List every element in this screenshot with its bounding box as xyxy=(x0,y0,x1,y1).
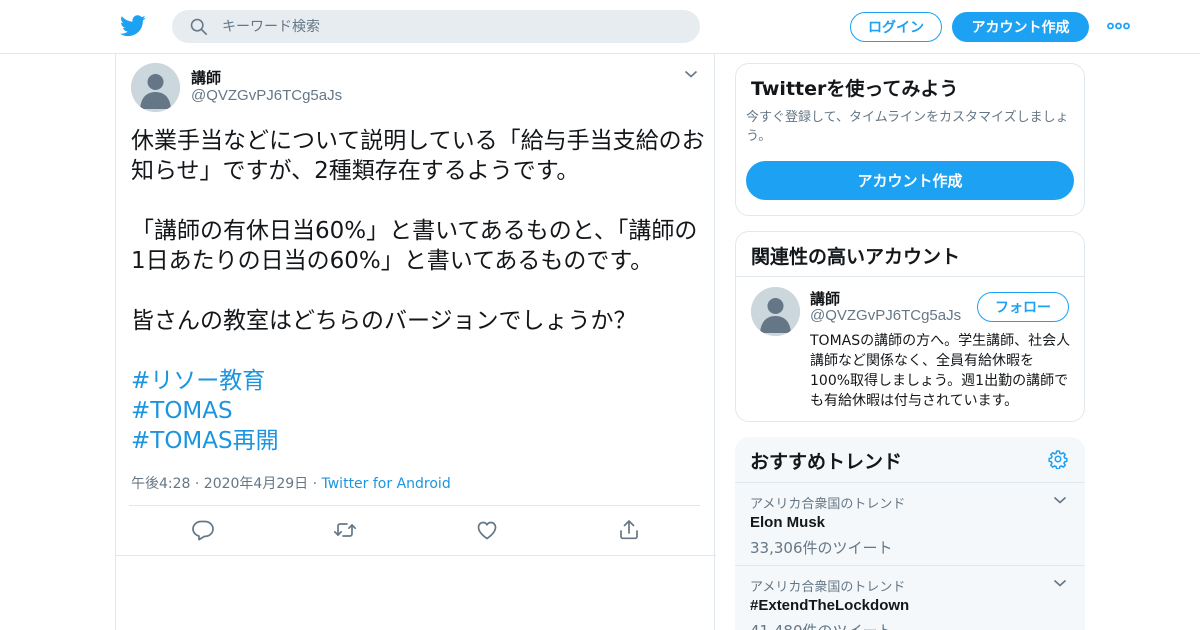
search-icon xyxy=(190,18,208,36)
create-account-button[interactable]: アカウント作成 xyxy=(746,161,1074,200)
signup-card-title: Twitterを使ってみよう xyxy=(751,78,959,100)
trend-tweet-count: 41,480件のツイート xyxy=(750,620,893,630)
trend-tweet-count: 33,306件のツイート xyxy=(750,539,893,557)
twitter-bird-icon[interactable] xyxy=(120,14,146,38)
signup-card: Twitterを使ってみよう 今すぐ登録して、タイムラインをカスタマイズしましょ… xyxy=(735,63,1085,216)
trend-name[interactable]: #ExtendTheLockdown xyxy=(750,597,909,614)
login-button[interactable]: ログイン xyxy=(850,12,942,42)
related-accounts-title: 関連性の高いアカウント xyxy=(751,246,961,268)
meta-separator: · xyxy=(308,476,322,492)
chevron-down-icon[interactable] xyxy=(684,69,698,79)
avatar[interactable] xyxy=(751,287,800,336)
share-icon[interactable] xyxy=(617,518,641,542)
related-account-handle[interactable]: @QVZGvPJ6TCg5aJs xyxy=(810,307,961,324)
trend-name[interactable]: Elon Musk xyxy=(750,514,825,531)
default-avatar-icon xyxy=(751,287,800,336)
author-name[interactable]: 講師 xyxy=(191,67,221,88)
related-account-name[interactable]: 講師 xyxy=(810,288,840,309)
tweet-source-link[interactable]: Twitter for Android xyxy=(322,476,451,492)
gear-icon[interactable] xyxy=(1048,449,1068,469)
hashtag-link[interactable]: #リソー教育 xyxy=(131,366,706,396)
tweet-detail: 講師 @QVZGvPJ6TCg5aJs 休業手当などについて説明している「給与手… xyxy=(115,54,716,630)
default-avatar-icon xyxy=(131,63,180,112)
trends-title: おすすめトレンド xyxy=(750,451,903,473)
tweet-paragraph: 皆さんの教室はどちらのバージョンでしょうか？ xyxy=(131,308,637,334)
tweet-text: 休業手当などについて説明している「給与手当支給のお知らせ」ですが、2種類存在する… xyxy=(131,126,706,456)
avatar[interactable] xyxy=(131,63,180,112)
top-navigation-bar: ログイン アカウント作成 xyxy=(0,0,1200,54)
signup-button[interactable]: アカウント作成 xyxy=(952,12,1089,42)
hashtag-link[interactable]: #TOMAS再開 xyxy=(131,426,706,456)
related-accounts-card: 関連性の高いアカウント 講師 @QVZGvPJ6TCg5aJs フォロー TOM… xyxy=(735,231,1085,422)
tweet-actions xyxy=(116,518,716,544)
trends-card: おすすめトレンド アメリカ合衆国のトレンド Elon Musk 33,306件の… xyxy=(735,437,1085,630)
reply-icon[interactable] xyxy=(191,518,215,542)
retweet-icon[interactable] xyxy=(333,518,357,542)
chevron-down-icon[interactable] xyxy=(1053,495,1067,505)
search-input[interactable] xyxy=(222,10,682,43)
follow-button[interactable]: フォロー xyxy=(977,292,1069,322)
more-options-icon[interactable] xyxy=(1107,20,1130,32)
author-handle[interactable]: @QVZGvPJ6TCg5aJs xyxy=(191,87,342,104)
trend-context: アメリカ合衆国のトレンド xyxy=(750,497,906,512)
chevron-down-icon[interactable] xyxy=(1053,578,1067,588)
like-icon[interactable] xyxy=(475,518,499,542)
tweet-paragraph: 休業手当などについて説明している「給与手当支給のお知らせ」ですが、2種類存在する… xyxy=(131,128,705,184)
trend-context: アメリカ合衆国のトレンド xyxy=(750,580,906,595)
signup-card-description: 今すぐ登録して、タイムラインをカスタマイズしましょう。 xyxy=(746,110,1069,144)
trend-item[interactable]: アメリカ合衆国のトレンド #ExtendTheLockdown 41,480件の… xyxy=(735,565,1085,630)
tweet-metadata: 午後4:28 · 2020年4月29日 · Twitter for Androi… xyxy=(131,473,451,493)
hashtag-link[interactable]: #TOMAS xyxy=(131,396,706,426)
divider xyxy=(736,276,1084,277)
divider xyxy=(129,505,700,506)
divider xyxy=(116,555,716,556)
trend-item[interactable]: アメリカ合衆国のトレンド Elon Musk 33,306件のツイート xyxy=(735,482,1085,565)
search-box[interactable] xyxy=(172,10,700,43)
tweet-paragraph: 「講師の有休日当60%」と書いてあるものと、「講師の1日あたりの日当の60%」と… xyxy=(131,218,698,274)
tweet-timestamp[interactable]: 午後4:28 · 2020年4月29日 xyxy=(131,476,308,492)
related-account-bio: TOMASの講師の方へ。学生講師、社会人講師など関係なく、全員有給休暇を100%… xyxy=(810,333,1071,409)
